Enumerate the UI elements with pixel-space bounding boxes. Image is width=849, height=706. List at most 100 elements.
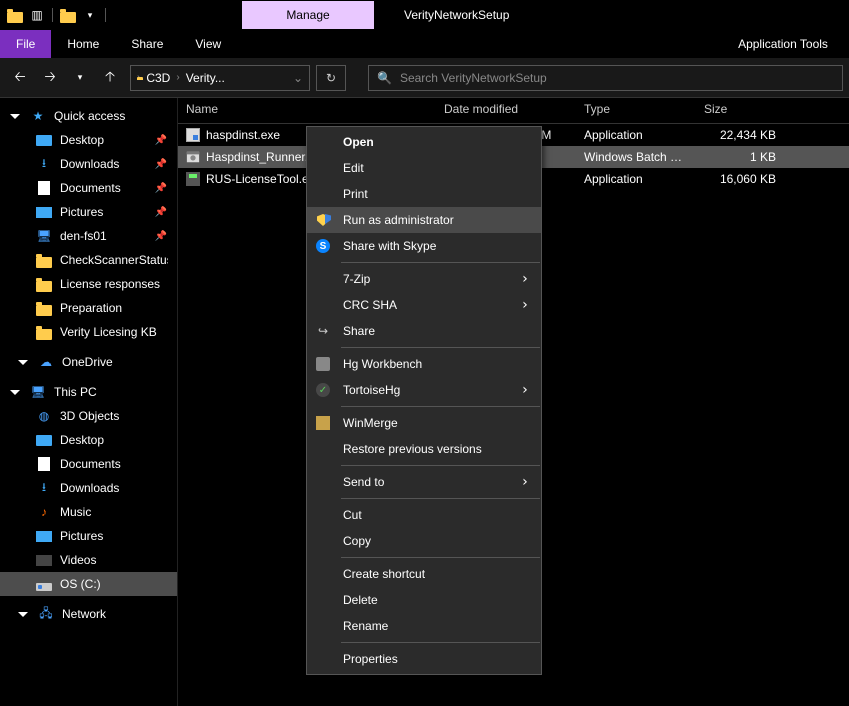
menu-separator bbox=[341, 262, 540, 263]
sidebar-item-music[interactable]: ♪Music bbox=[0, 500, 177, 524]
menu-item-properties[interactable]: Properties bbox=[307, 646, 541, 672]
column-header-name[interactable]: Name bbox=[178, 98, 436, 123]
sidebar-item-documents[interactable]: Documents📌 bbox=[0, 176, 177, 200]
tab-application-tools[interactable]: Application Tools bbox=[717, 30, 849, 58]
pin-icon: 📌 bbox=[155, 231, 167, 242]
menu-item-edit[interactable]: Edit bbox=[307, 155, 541, 181]
tab-share[interactable]: Share bbox=[115, 30, 179, 58]
menu-label: Delete bbox=[343, 593, 378, 607]
menu-item-sendto[interactable]: Send to› bbox=[307, 469, 541, 495]
menu-item-crcsha[interactable]: CRC SHA› bbox=[307, 292, 541, 318]
menu-item-share[interactable]: ↪Share bbox=[307, 318, 541, 344]
file-name: haspdinst.exe bbox=[206, 128, 280, 142]
menu-item-cut[interactable]: Cut bbox=[307, 502, 541, 528]
menu-separator bbox=[341, 642, 540, 643]
sidebar-item-desktop[interactable]: Desktop📌 bbox=[0, 128, 177, 152]
sidebar-network[interactable]: 🖧Network bbox=[0, 602, 177, 626]
sidebar-label: Pictures bbox=[60, 205, 103, 219]
sidebar-item-3d-objects[interactable]: ◍3D Objects bbox=[0, 404, 177, 428]
menu-separator bbox=[341, 347, 540, 348]
menu-label: CRC SHA bbox=[343, 298, 397, 312]
chevron-down-icon[interactable]: ⌄ bbox=[293, 71, 303, 85]
file-size: 22,434 KB bbox=[696, 128, 796, 142]
up-button[interactable]: 🡡 bbox=[96, 64, 124, 92]
cube-icon: ◍ bbox=[36, 408, 52, 424]
sidebar-quick-access[interactable]: ★Quick access bbox=[0, 104, 177, 128]
sidebar-label: den-fs01 bbox=[60, 229, 107, 243]
sidebar-label: Music bbox=[60, 505, 91, 519]
properties-icon[interactable]: ▥ bbox=[28, 3, 46, 27]
sidebar-onedrive[interactable]: ☁OneDrive bbox=[0, 350, 177, 374]
sidebar-item-pictures[interactable]: Pictures📌 bbox=[0, 200, 177, 224]
customize-qat-icon[interactable]: ▾ bbox=[81, 3, 99, 27]
menu-item-delete[interactable]: Delete bbox=[307, 587, 541, 613]
sidebar-item-den[interactable]: 🖥den-fs01📌 bbox=[0, 224, 177, 248]
file-size: 16,060 KB bbox=[696, 172, 796, 186]
breadcrumb-c3d[interactable]: C3D bbox=[140, 71, 176, 85]
quick-access-toolbar: ▥ ▾ bbox=[6, 3, 108, 27]
document-icon bbox=[38, 181, 50, 195]
column-header-size[interactable]: Size bbox=[696, 98, 796, 123]
sidebar-label: OS (C:) bbox=[60, 577, 101, 591]
address-bar[interactable]: › C3D › Verity... ⌄ bbox=[130, 65, 310, 91]
refresh-button[interactable]: ↻ bbox=[316, 65, 346, 91]
menu-item-restore[interactable]: Restore previous versions bbox=[307, 436, 541, 462]
skype-icon: S bbox=[315, 238, 331, 254]
drive-icon bbox=[36, 583, 52, 591]
folder-icon[interactable] bbox=[6, 3, 24, 27]
menu-separator bbox=[341, 406, 540, 407]
video-icon bbox=[36, 555, 52, 566]
sidebar-label: Verity Licesing KB bbox=[60, 325, 157, 339]
sidebar-item-videos[interactable]: Videos bbox=[0, 548, 177, 572]
sidebar-item-license[interactable]: License responses bbox=[0, 272, 177, 296]
menu-item-tortoisehg[interactable]: ✓TortoiseHg› bbox=[307, 377, 541, 403]
menu-item-7zip[interactable]: 7-Zip› bbox=[307, 266, 541, 292]
breadcrumb-verity[interactable]: Verity... bbox=[180, 71, 231, 85]
computer-icon: 🖥 bbox=[30, 384, 46, 400]
menu-label: Edit bbox=[343, 161, 364, 175]
column-header-date[interactable]: Date modified bbox=[436, 98, 576, 123]
sidebar-item-pictures-pc[interactable]: Pictures bbox=[0, 524, 177, 548]
tab-file[interactable]: File bbox=[0, 30, 51, 58]
sidebar-item-documents-pc[interactable]: Documents bbox=[0, 452, 177, 476]
menu-item-winmerge[interactable]: WinMerge bbox=[307, 410, 541, 436]
sidebar-label: Preparation bbox=[60, 301, 122, 315]
tab-home[interactable]: Home bbox=[51, 30, 115, 58]
sidebar-item-preparation[interactable]: Preparation bbox=[0, 296, 177, 320]
share-icon: ↪ bbox=[315, 323, 331, 339]
sidebar-item-desktop-pc[interactable]: Desktop bbox=[0, 428, 177, 452]
back-button[interactable]: 🡠 bbox=[6, 64, 34, 92]
sidebar-item-downloads[interactable]: ⭳Downloads📌 bbox=[0, 152, 177, 176]
column-header-type[interactable]: Type bbox=[576, 98, 696, 123]
menu-item-rename[interactable]: Rename bbox=[307, 613, 541, 639]
main-area: ★Quick access Desktop📌 ⭳Downloads📌 Docum… bbox=[0, 98, 849, 706]
sidebar-label: Documents bbox=[60, 457, 121, 471]
menu-item-create-shortcut[interactable]: Create shortcut bbox=[307, 561, 541, 587]
menu-item-print[interactable]: Print bbox=[307, 181, 541, 207]
sidebar-item-osc[interactable]: OS (C:) bbox=[0, 572, 177, 596]
exe-icon bbox=[186, 128, 200, 142]
search-input[interactable]: 🔍 Search VerityNetworkSetup bbox=[368, 65, 843, 91]
file-type: Windows Batch File bbox=[576, 150, 696, 164]
sidebar-item-veritykb[interactable]: Verity Licesing KB bbox=[0, 320, 177, 344]
new-folder-icon[interactable] bbox=[59, 3, 77, 27]
sidebar-label: Quick access bbox=[54, 109, 125, 123]
tab-view[interactable]: View bbox=[179, 30, 237, 58]
sidebar-item-downloads-pc[interactable]: ⭳Downloads bbox=[0, 476, 177, 500]
menu-label: Copy bbox=[343, 534, 371, 548]
sidebar-this-pc[interactable]: 🖥This PC bbox=[0, 380, 177, 404]
menu-item-hg-workbench[interactable]: Hg Workbench bbox=[307, 351, 541, 377]
folder-icon bbox=[36, 281, 52, 292]
menu-item-share-skype[interactable]: SShare with Skype bbox=[307, 233, 541, 259]
manage-context-tab[interactable]: Manage bbox=[242, 1, 374, 29]
menu-label: WinMerge bbox=[343, 416, 398, 430]
recent-locations-icon[interactable]: ▾ bbox=[66, 64, 94, 92]
menu-item-run-as-admin[interactable]: Run as administrator bbox=[307, 207, 541, 233]
menu-item-open[interactable]: Open bbox=[307, 129, 541, 155]
sidebar-item-scanner[interactable]: CheckScannerStatus bbox=[0, 248, 177, 272]
column-headers: Name Date modified Type Size bbox=[178, 98, 849, 124]
menu-item-copy[interactable]: Copy bbox=[307, 528, 541, 554]
forward-button[interactable]: 🡢 bbox=[36, 64, 64, 92]
chevron-right-icon: › bbox=[521, 474, 529, 490]
file-type: Application bbox=[576, 128, 696, 142]
